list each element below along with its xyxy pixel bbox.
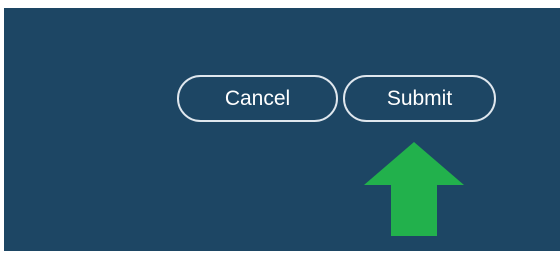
arrow-up-shape (364, 142, 464, 236)
dialog-footer-panel: Cancel Submit (4, 8, 560, 251)
arrow-up-icon (364, 142, 464, 236)
cancel-button[interactable]: Cancel (177, 75, 338, 122)
screenshot-canvas: Cancel Submit (0, 0, 560, 255)
submit-button[interactable]: Submit (343, 75, 496, 122)
